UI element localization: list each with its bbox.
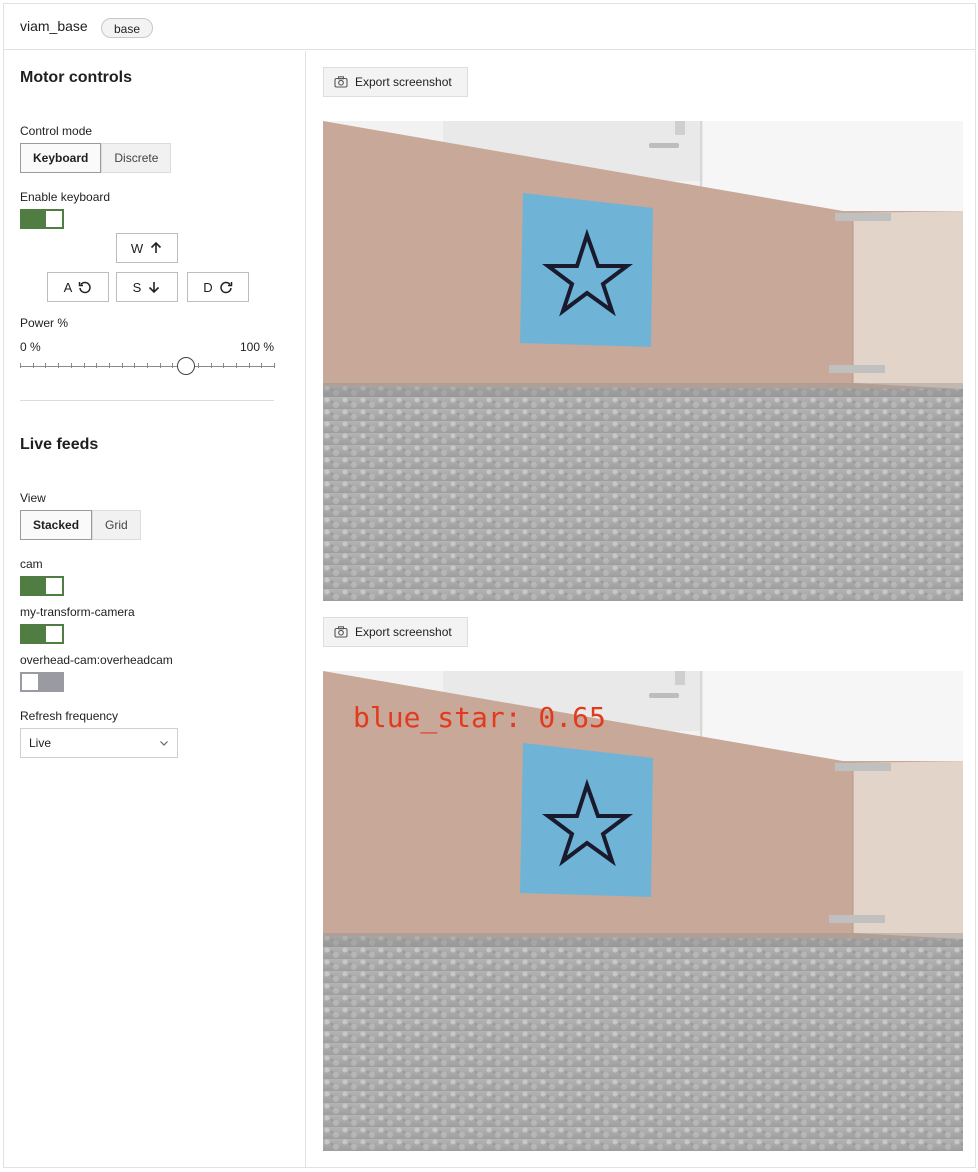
slider-tick (122, 363, 123, 368)
component-name: viam_base (20, 18, 88, 34)
slider-tick (45, 363, 46, 368)
key-s-label: S (132, 279, 142, 295)
mode-keyboard-button[interactable]: Keyboard (20, 143, 102, 173)
power-slider-thumb[interactable] (177, 357, 195, 375)
slider-tick (109, 363, 110, 368)
camera-feed-transform: blue_star: 0.65 (323, 671, 963, 1151)
camera-cam-label: cam (20, 557, 43, 571)
slider-tick (96, 363, 97, 368)
control-mode-selector: Keyboard Discrete (20, 143, 172, 173)
rotate-left-icon (79, 281, 92, 294)
component-header: viam_base base (4, 4, 975, 50)
motor-controls-title: Motor controls (20, 69, 132, 86)
export-screenshot-label-2: Export screenshot (355, 625, 452, 639)
chevron-down-icon (160, 741, 168, 746)
control-sidebar: Motor controls Control mode Keyboard Dis… (4, 51, 306, 1167)
slider-tick (261, 363, 262, 368)
power-slider[interactable] (20, 356, 275, 380)
slider-tick (249, 363, 250, 368)
refresh-frequency-value: Live (29, 736, 52, 750)
component-type-badge: base (101, 18, 153, 38)
camera-icon (334, 626, 348, 638)
camera-cam-toggle[interactable] (20, 576, 64, 596)
slider-tick (20, 363, 21, 368)
mode-discrete-button[interactable]: Discrete (101, 143, 172, 173)
camera-transform-label: my-transform-camera (20, 605, 135, 619)
camera-icon (334, 76, 348, 88)
section-divider (20, 400, 274, 401)
detection-label: blue_star: 0.65 (353, 701, 606, 734)
slider-tick (172, 363, 173, 368)
camera-image (323, 671, 963, 1151)
camera-transform-toggle[interactable] (20, 624, 64, 644)
slider-tick (134, 363, 135, 368)
slider-tick (223, 363, 224, 368)
slider-tick (58, 363, 59, 368)
export-screenshot-button-1[interactable]: Export screenshot (323, 67, 468, 97)
camera-overhead-toggle[interactable] (20, 672, 64, 692)
camera-overhead-label: overhead-cam:overheadcam (20, 653, 173, 667)
view-grid-button[interactable]: Grid (92, 510, 141, 540)
slider-tick (274, 363, 275, 368)
enable-keyboard-toggle[interactable] (20, 209, 64, 229)
key-s-button[interactable]: S (116, 272, 178, 302)
key-d-button[interactable]: D (187, 272, 249, 302)
refresh-frequency-select[interactable]: Live (20, 728, 178, 758)
slider-tick (71, 363, 72, 368)
refresh-frequency-label: Refresh frequency (20, 709, 119, 723)
export-screenshot-button-2[interactable]: Export screenshot (323, 617, 468, 647)
power-min-label: 0 % (20, 340, 41, 354)
slider-tick (84, 363, 85, 368)
enable-keyboard-label: Enable keyboard (20, 190, 111, 204)
slider-tick (236, 363, 237, 368)
arrow-down-icon (149, 282, 160, 294)
view-label: View (20, 491, 46, 505)
key-w-label: W (130, 240, 144, 256)
key-a-label: A (63, 279, 73, 295)
arrow-up-icon (151, 241, 162, 253)
slider-tick (198, 363, 199, 368)
key-d-label: D (203, 279, 213, 295)
slider-tick (33, 363, 34, 368)
camera-image (323, 121, 963, 601)
camera-feed-cam (323, 121, 963, 601)
rotate-right-icon (219, 281, 232, 294)
slider-tick (147, 363, 148, 368)
export-screenshot-label-1: Export screenshot (355, 75, 452, 89)
view-selector: Stacked Grid (20, 510, 141, 540)
slider-tick (160, 363, 161, 368)
key-a-button[interactable]: A (47, 272, 109, 302)
slider-tick (211, 363, 212, 368)
live-feeds-title: Live feeds (20, 436, 99, 453)
key-w-button[interactable]: W (116, 233, 178, 263)
control-mode-label: Control mode (20, 124, 93, 138)
power-label: Power % (20, 316, 69, 330)
view-stacked-button[interactable]: Stacked (20, 510, 93, 540)
power-max-label: 100 % (240, 340, 275, 354)
